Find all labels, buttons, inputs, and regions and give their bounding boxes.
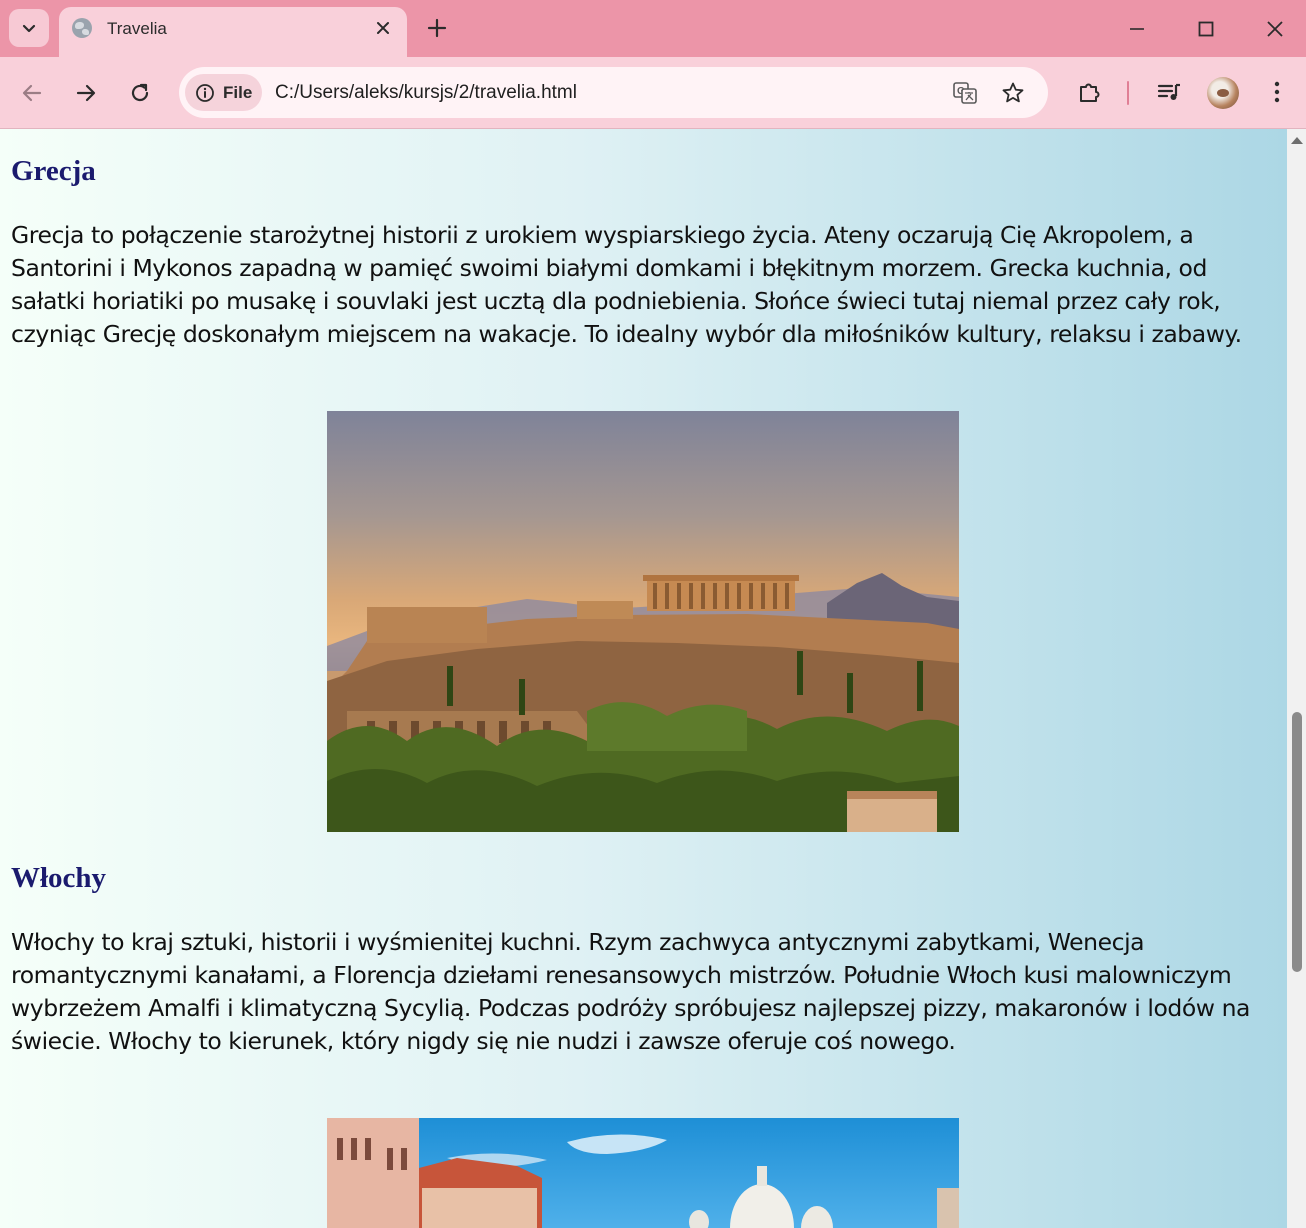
media-controls-button[interactable]	[1154, 77, 1184, 107]
info-icon	[196, 84, 214, 102]
globe-icon	[72, 18, 92, 38]
menu-icon	[1274, 81, 1280, 103]
minimize-icon	[1130, 28, 1144, 30]
address-bar[interactable]: File C:/Users/aleks/kursjs/2/travelia.ht…	[179, 67, 1048, 118]
section-heading-wlochy: Włochy	[11, 862, 107, 894]
tab-strip: Travelia	[0, 0, 1306, 57]
reload-icon	[131, 83, 149, 102]
browser-menu-button[interactable]	[1262, 77, 1292, 107]
page-scrollbar[interactable]	[1287, 129, 1306, 1228]
page-viewport: Grecja Grecja to połączenie starożytnej …	[0, 129, 1287, 1228]
acropolis-photo	[327, 411, 959, 832]
close-icon	[1267, 21, 1283, 37]
bookmark-button[interactable]	[999, 79, 1027, 107]
close-icon	[377, 22, 389, 34]
close-window-button[interactable]	[1260, 14, 1290, 44]
active-tab[interactable]: Travelia	[59, 7, 407, 57]
extensions-icon	[1080, 83, 1100, 102]
translate-button[interactable]: G	[951, 79, 979, 107]
toolbar-divider	[1127, 81, 1129, 105]
maximize-icon	[1198, 21, 1214, 37]
translate-icon: G	[953, 82, 977, 104]
url-text[interactable]: C:/Users/aleks/kursjs/2/travelia.html	[275, 82, 577, 104]
tab-title: Travelia	[107, 19, 167, 38]
section-heading-grecja: Grecja	[11, 155, 96, 187]
media-icon	[1157, 83, 1180, 100]
tab-search-button[interactable]	[9, 9, 49, 47]
url-scheme-label: File	[223, 83, 253, 102]
forward-icon	[76, 84, 96, 102]
section-text-grecja: Grecja to połączenie starożytnej histori…	[11, 221, 1242, 348]
maximize-button[interactable]	[1191, 14, 1221, 44]
back-button[interactable]	[18, 79, 46, 107]
extensions-button[interactable]	[1075, 77, 1105, 107]
tab-close-button[interactable]	[373, 18, 393, 38]
new-tab-button[interactable]	[424, 15, 450, 41]
minimize-button[interactable]	[1122, 14, 1152, 44]
tab-search-icon	[22, 24, 36, 33]
browser-toolbar: File C:/Users/aleks/kursjs/2/travelia.ht…	[0, 57, 1306, 129]
star-icon	[1002, 82, 1024, 103]
scroll-up-arrow[interactable]	[1291, 137, 1303, 144]
reload-button[interactable]	[126, 79, 154, 107]
profile-avatar[interactable]	[1207, 77, 1239, 109]
venice-photo	[327, 1118, 959, 1228]
forward-button[interactable]	[72, 79, 100, 107]
back-icon	[22, 84, 42, 102]
scrollbar-thumb[interactable]	[1292, 712, 1302, 972]
section-text-wlochy: Włochy to kraj sztuki, historii i wyśmie…	[11, 928, 1250, 1055]
plus-icon	[427, 18, 447, 38]
